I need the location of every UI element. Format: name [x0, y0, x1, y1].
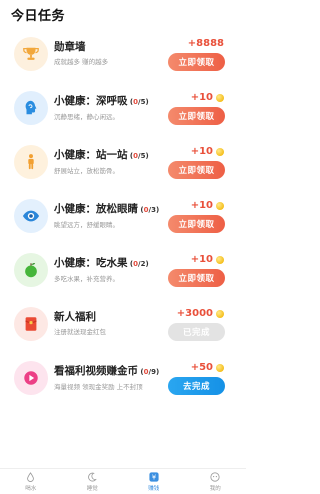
task-desc: 海量视频 领现金奖励 上不封顶 [54, 383, 143, 391]
task-desc: 多吃水果，补充营养。 [54, 275, 119, 283]
task-reward: +10 [191, 92, 224, 103]
page-title: 今日任务 [11, 9, 66, 24]
moon-icon [87, 472, 97, 482]
task-row-stand-up: 小健康：站一站 (0/5) 舒展站立，放松筋骨。 +10 立即领取 [0, 138, 246, 192]
nav-item-water[interactable]: 喝水 [0, 469, 62, 494]
task-row-eat-fruit: 小健康：吃水果 (0/2) 多吃水果，补充营养。 +10 立即领取 [0, 246, 246, 300]
coin-icon [216, 147, 224, 156]
task-title: 勋章墙 [54, 41, 86, 53]
profile-icon [210, 471, 220, 482]
task-desc: 眺望远方，舒缓眼睛。 [54, 221, 119, 229]
task-row-newbie-bonus: 新人福利 注册就送现金红包 +3000 已完成 [0, 300, 246, 354]
task-desc: 成就越多 赚的越多 [54, 58, 109, 66]
coin-icon [216, 363, 224, 372]
apple-icon [14, 253, 48, 287]
progress-total: /5 [138, 98, 146, 106]
nav-item-earn[interactable]: ¥ 赚钱 [123, 469, 185, 494]
task-reward: +10 [191, 254, 224, 265]
nav-label: 喝水 [25, 485, 37, 492]
trophy-icon [14, 37, 48, 71]
claim-button[interactable]: 立即领取 [168, 161, 225, 179]
task-title: 小健康：站一站 (0/5) [54, 149, 149, 161]
nav-label: 我的 [209, 485, 221, 492]
task-reward: +50 [191, 362, 224, 373]
task-row-deep-breath: 小健康：深呼吸 (0/5) 沉静思绪，静心闲远。 +10 立即领取 [0, 84, 246, 138]
eye-icon [14, 199, 48, 233]
claim-button[interactable]: 立即领取 [168, 53, 225, 71]
claim-button[interactable]: 立即领取 [168, 215, 225, 233]
completed-button: 已完成 [168, 323, 225, 341]
task-row-medal-wall: 勋章墙 成就越多 赚的越多 +8888 立即领取 [0, 30, 246, 84]
svg-text:¥: ¥ [152, 473, 156, 481]
nav-label: 赚钱 [148, 485, 160, 492]
task-desc: 舒展站立，放松筋骨。 [54, 167, 119, 175]
progress-total: /2 [138, 260, 146, 268]
coin-icon [216, 93, 224, 102]
task-reward: +10 [191, 146, 224, 157]
task-row-relax-eyes: 小健康：放松眼睛 (0/3) 眺望远方，舒缓眼睛。 +10 立即领取 [0, 192, 246, 246]
coin-icon [216, 201, 224, 210]
task-title: 小健康：吃水果 (0/2) [54, 257, 149, 269]
task-desc: 沉静思绪，静心闲远。 [54, 113, 119, 121]
coin-icon [216, 255, 224, 264]
task-title: 小健康：深呼吸 (0/5) [54, 95, 149, 107]
coin-icon [216, 309, 224, 318]
go-complete-button[interactable]: 去完成 [168, 377, 225, 395]
progress-total: /3 [148, 206, 156, 214]
standing-person-icon [14, 145, 48, 179]
progress-total: /5 [138, 152, 146, 160]
claim-button[interactable]: 立即领取 [168, 269, 225, 287]
claim-button[interactable]: 立即领取 [168, 107, 225, 125]
task-desc: 注册就送现金红包 [54, 328, 106, 336]
task-title: 新人福利 [54, 311, 96, 323]
red-envelope-icon [14, 307, 48, 341]
water-drop-icon [26, 471, 36, 482]
money-icon: ¥ [149, 471, 159, 482]
play-icon [14, 361, 48, 395]
task-reward: +8888 [187, 38, 224, 49]
task-list: 勋章墙 成就越多 赚的越多 +8888 立即领取 小健康：深呼吸 (0/5) 沉… [0, 30, 246, 408]
task-title: 看福利视频赚金币 (0/9) [54, 365, 160, 377]
task-title: 小健康：放松眼睛 (0/3) [54, 203, 160, 215]
nav-item-mine[interactable]: 我的 [185, 469, 247, 494]
nav-item-sleep[interactable]: 睡觉 [62, 469, 124, 494]
task-row-watch-video: 看福利视频赚金币 (0/9) 海量视频 领现金奖励 上不封顶 +50 去完成 [0, 354, 246, 408]
breath-head-icon [14, 91, 48, 125]
progress-total: /9 [148, 368, 156, 376]
task-reward: +3000 [177, 308, 224, 319]
task-reward: +10 [191, 200, 224, 211]
bottom-nav: 喝水 睡觉 ¥ 赚钱 我的 [0, 468, 246, 494]
nav-label: 睡觉 [86, 485, 98, 492]
